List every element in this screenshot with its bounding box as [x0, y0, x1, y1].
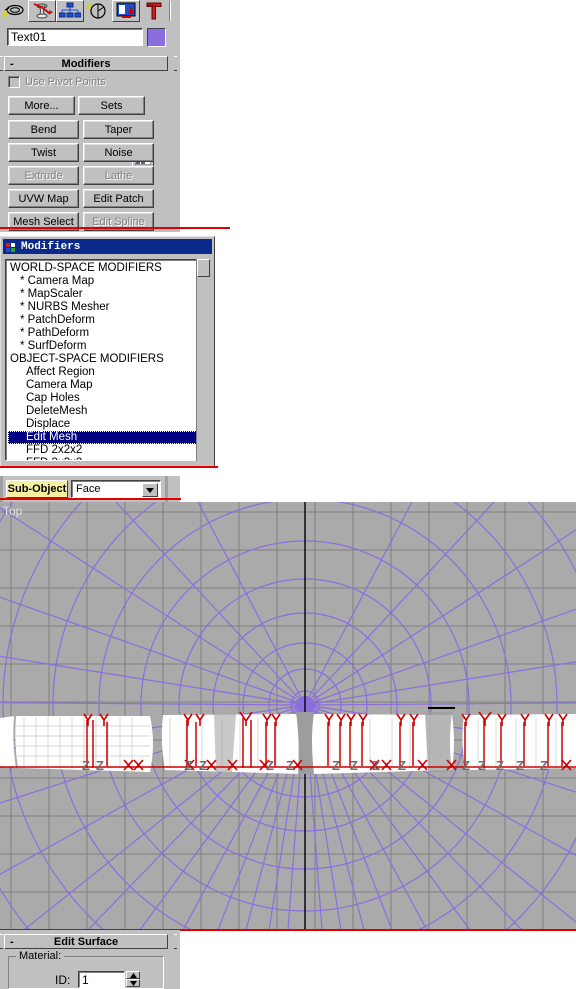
svg-text:Z: Z: [286, 758, 294, 773]
sub-object-level-dropdown[interactable]: Face: [71, 480, 161, 498]
guide-line-1: [0, 227, 230, 229]
modifier-list-item[interactable]: Affect Region: [8, 366, 204, 379]
top-viewport[interactable]: Top Z Z Z Z Z Z Z Z Z Z Z Z Z Z Z: [0, 502, 576, 930]
collapse-glyph: -: [10, 57, 14, 70]
modifiers-dialog-list[interactable]: WORLD-SPACE MODIFIERS * Camera Map * MapSc…: [5, 259, 205, 461]
modifier-list-item[interactable]: DeleteMesh: [8, 405, 204, 418]
modifier-list-item[interactable]: WORLD-SPACE MODIFIERS: [8, 262, 204, 275]
edit-surface-rollout: - Edit Surface Material: ID: 1: [0, 930, 180, 989]
svg-text:Z: Z: [496, 758, 504, 773]
svg-text:Z: Z: [540, 758, 548, 773]
modifiers-dialog-titlebar[interactable]: Modifiers: [3, 239, 212, 254]
lathe-button[interactable]: Lathe: [83, 166, 154, 185]
object-name-input[interactable]: [7, 28, 143, 46]
select-object-icon[interactable]: [0, 0, 28, 22]
background-right: [180, 0, 576, 502]
sub-object-level-value: Face: [76, 483, 101, 495]
viewport-canvas: Z Z Z Z Z Z Z Z Z Z Z Z Z Z Z: [0, 502, 576, 930]
svg-text:Z: Z: [199, 758, 207, 773]
use-pivot-points-label: Use Pivot Points: [25, 76, 106, 88]
svg-text:Z: Z: [185, 758, 193, 773]
edit-surface-rollout-header[interactable]: - Edit Surface: [4, 934, 168, 949]
modifiers-dialog-scrollbar[interactable]: [196, 259, 210, 461]
svg-text:Z: Z: [478, 758, 486, 773]
twist-button[interactable]: Twist: [8, 143, 79, 162]
app-window-icon: [5, 240, 17, 253]
uvw-map-button[interactable]: UVW Map: [8, 189, 79, 208]
edit-surface-rollout-title: Edit Surface: [53, 935, 119, 948]
svg-text:Z: Z: [516, 758, 524, 773]
svg-text:Z: Z: [82, 758, 90, 773]
guide-line-2: [0, 466, 218, 468]
bend-button[interactable]: Bend: [8, 120, 79, 139]
svg-text:Z: Z: [462, 758, 470, 773]
surface-rollout-left-edge: [0, 934, 3, 949]
rollout-right-edge: [174, 56, 177, 71]
extrude-button[interactable]: Extrude: [8, 166, 79, 185]
modifier-list-item[interactable]: * NURBS Mesher: [8, 301, 204, 314]
rollout-left-edge: [0, 56, 3, 71]
modifier-list-item[interactable]: Edit Mesh: [8, 431, 201, 444]
select-and-uniform-scale-icon[interactable]: [84, 0, 112, 22]
hammer-utilities-icon[interactable]: [140, 0, 168, 22]
material-id-spinner[interactable]: [126, 971, 140, 988]
modifier-list-item[interactable]: * PatchDeform: [8, 314, 204, 327]
chevron-down-icon[interactable]: [142, 483, 158, 497]
material-id-label: ID:: [55, 973, 71, 987]
background-lower-right: [180, 930, 576, 989]
modifiers-rollout: - Modifiers Use Pivot Points More... Set…: [0, 52, 180, 232]
select-by-hierarchy-icon[interactable]: [56, 0, 84, 22]
material-editor-icon[interactable]: [112, 0, 140, 22]
main-toolbar: [0, 0, 180, 22]
modifier-list-item[interactable]: * SurfDeform: [8, 340, 204, 353]
guide-line-3: [0, 498, 181, 500]
modifier-list-item[interactable]: * Camera Map: [8, 275, 204, 288]
select-and-rotate-icon[interactable]: [28, 0, 56, 22]
material-group-label: Material:: [16, 950, 65, 962]
svg-text:Z: Z: [398, 758, 406, 773]
svg-text:Z: Z: [332, 758, 340, 773]
object-name-row: [0, 22, 180, 52]
modifier-list-item[interactable]: Camera Map: [8, 379, 204, 392]
modifiers-rollout-header[interactable]: - Modifiers: [4, 56, 168, 71]
spinner-up-icon[interactable]: [126, 971, 140, 979]
modifiers-rollout-title: Modifiers: [61, 57, 111, 70]
modifier-list-item[interactable]: OBJECT-SPACE MODIFIERS: [8, 353, 204, 366]
modifier-list-item[interactable]: * MapScaler: [8, 288, 204, 301]
modifiers-dialog-title: Modifiers: [21, 240, 81, 253]
viewport-label: Top: [3, 504, 23, 518]
modifier-list-item[interactable]: Cap Holes: [8, 392, 204, 405]
more-button[interactable]: More...: [8, 96, 75, 115]
toolbar-separator: [168, 0, 172, 22]
modifier-list-item[interactable]: * PathDeform: [8, 327, 204, 340]
modifier-list-item[interactable]: FFD 2x2x2: [8, 444, 204, 457]
modifiers-dialog: Modifiers WORLD-SPACE MODIFIERS * Camera …: [0, 236, 215, 468]
svg-text:Z: Z: [96, 758, 104, 773]
svg-text:Z: Z: [350, 758, 358, 773]
svg-text:Z: Z: [372, 758, 380, 773]
collapse-glyph: -: [10, 935, 14, 948]
svg-text:Z: Z: [266, 758, 274, 773]
modifier-list-item[interactable]: FFD 3x3x3: [8, 457, 204, 460]
edit-patch-button[interactable]: Edit Patch: [83, 189, 154, 208]
material-id-input[interactable]: 1: [78, 971, 125, 988]
noise-button[interactable]: Noise: [83, 143, 154, 162]
object-color-swatch[interactable]: [147, 28, 166, 47]
app-root: - Modifiers Use Pivot Points More... Set…: [0, 0, 576, 989]
scrollbar-thumb[interactable]: [197, 259, 210, 277]
spinner-down-icon[interactable]: [126, 979, 140, 987]
sub-object-button[interactable]: Sub-Object: [6, 480, 68, 498]
modifier-list-item[interactable]: Displace: [8, 418, 204, 431]
surface-rollout-right-edge: [174, 934, 177, 949]
use-pivot-points-row[interactable]: Use Pivot Points: [8, 76, 106, 88]
taper-button[interactable]: Taper: [83, 120, 154, 139]
sets-button[interactable]: Sets: [78, 96, 145, 115]
use-pivot-points-checkbox[interactable]: [8, 76, 20, 88]
